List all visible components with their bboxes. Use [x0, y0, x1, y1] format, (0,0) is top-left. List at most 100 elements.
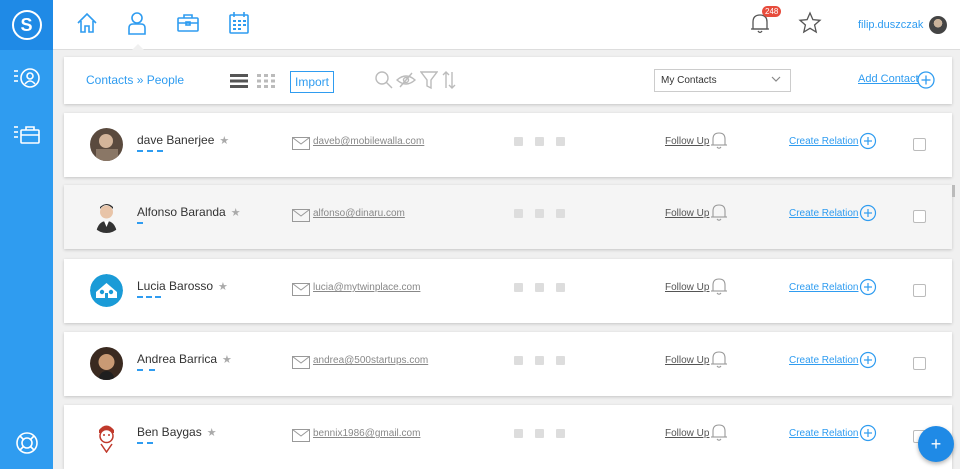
- facebook-icon[interactable]: [514, 356, 523, 365]
- add-contact-plus-icon[interactable]: [916, 70, 936, 95]
- help-icon[interactable]: [10, 428, 44, 458]
- progress-dashes: [137, 369, 155, 371]
- favorites-star-icon[interactable]: [796, 9, 824, 37]
- linkedin-icon[interactable]: [556, 356, 565, 365]
- user-icon[interactable]: [123, 9, 151, 37]
- contact-email[interactable]: alfonso@dinaru.com: [313, 208, 405, 219]
- list-view-icon[interactable]: [230, 74, 248, 93]
- follow-up-link[interactable]: Follow Up: [665, 208, 709, 219]
- contact-row[interactable]: Andrea Barrica ★ andrea@500startups.com F…: [64, 332, 952, 396]
- contact-photo: [90, 420, 123, 453]
- breadcrumb-people[interactable]: People: [147, 73, 184, 87]
- active-tab-caret: [132, 44, 144, 50]
- contact-name-wrap: Ben Baygas ★: [137, 425, 217, 439]
- contact-name[interactable]: Andrea Barrica: [137, 352, 217, 366]
- row-checkbox[interactable]: [913, 138, 926, 151]
- notification-badge: 248: [762, 6, 782, 17]
- contact-name[interactable]: Alfonso Baranda: [137, 205, 226, 219]
- bell-icon[interactable]: [710, 202, 728, 227]
- floating-add-button[interactable]: +: [918, 426, 954, 462]
- contact-email[interactable]: bennix1986@gmail.com: [313, 428, 420, 439]
- facebook-icon[interactable]: [514, 283, 523, 292]
- follow-up-link[interactable]: Follow Up: [665, 355, 709, 366]
- chevron-down-icon: [770, 73, 782, 88]
- username[interactable]: filip.duszczak: [858, 19, 923, 31]
- row-checkbox[interactable]: [913, 284, 926, 297]
- search-icon[interactable]: [374, 70, 394, 95]
- scrollbar-thumb[interactable]: [952, 185, 955, 197]
- follow-up-link[interactable]: Follow Up: [665, 282, 709, 293]
- create-relation-link[interactable]: Create Relation: [789, 428, 858, 439]
- contact-row[interactable]: Lucia Barosso ★ lucia@mytwinplace.com Fol…: [64, 259, 952, 323]
- create-relation-link[interactable]: Create Relation: [789, 282, 858, 293]
- star-icon[interactable]: ★: [219, 135, 229, 147]
- contacts-icon[interactable]: [10, 65, 44, 95]
- add-contact-link[interactable]: Add Contact: [858, 73, 919, 85]
- follow-up-link[interactable]: Follow Up: [665, 428, 709, 439]
- create-relation-link[interactable]: Create Relation: [789, 355, 858, 366]
- left-rail: S: [0, 0, 53, 469]
- calendar-icon[interactable]: [225, 9, 253, 37]
- create-relation-link[interactable]: Create Relation: [789, 136, 858, 147]
- row-checkbox[interactable]: [913, 357, 926, 370]
- twitter-icon[interactable]: [535, 209, 544, 218]
- sort-icon[interactable]: [442, 70, 456, 95]
- progress-dashes: [137, 442, 153, 444]
- linkedin-icon[interactable]: [556, 209, 565, 218]
- contact-row[interactable]: Ben Baygas ★ bennix1986@gmail.com Follow …: [64, 405, 952, 469]
- logo-icon: S: [11, 10, 42, 40]
- deals-icon[interactable]: [10, 120, 44, 150]
- star-icon[interactable]: ★: [222, 354, 232, 366]
- create-relation-plus-icon[interactable]: [859, 204, 877, 227]
- contacts-toolbar: Contacts » People Import My Contacts Add…: [64, 57, 952, 104]
- create-relation-plus-icon[interactable]: [859, 351, 877, 374]
- row-checkbox[interactable]: [913, 210, 926, 223]
- contact-name[interactable]: dave Banerjee: [137, 133, 214, 147]
- contact-row[interactable]: Alfonso Baranda ★ alfonso@dinaru.com Foll…: [64, 185, 952, 249]
- breadcrumb-contacts[interactable]: Contacts: [86, 73, 133, 87]
- progress-dashes: [137, 222, 143, 224]
- twitter-icon[interactable]: [535, 137, 544, 146]
- logo[interactable]: S: [0, 0, 53, 50]
- bell-icon[interactable]: [710, 349, 728, 374]
- create-relation-plus-icon[interactable]: [859, 132, 877, 155]
- twitter-icon[interactable]: [535, 356, 544, 365]
- grid-view-icon[interactable]: [257, 74, 275, 93]
- create-relation-plus-icon[interactable]: [859, 278, 877, 301]
- contact-photo: [90, 347, 123, 380]
- linkedin-icon[interactable]: [556, 283, 565, 292]
- briefcase-icon[interactable]: [174, 9, 202, 37]
- user-avatar[interactable]: [929, 16, 947, 34]
- contact-name-wrap: Alfonso Baranda ★: [137, 205, 241, 219]
- contact-email[interactable]: lucia@mytwinplace.com: [313, 282, 420, 293]
- follow-up-link[interactable]: Follow Up: [665, 136, 709, 147]
- breadcrumb: Contacts » People: [86, 73, 184, 87]
- contact-name[interactable]: Lucia Barosso: [137, 279, 213, 293]
- star-icon[interactable]: ★: [218, 281, 228, 293]
- bell-icon[interactable]: [710, 276, 728, 301]
- import-button[interactable]: Import: [290, 71, 335, 93]
- twitter-icon[interactable]: [535, 283, 544, 292]
- facebook-icon[interactable]: [514, 137, 523, 146]
- filter-icon[interactable]: [419, 70, 439, 95]
- create-relation-plus-icon[interactable]: [859, 424, 877, 447]
- contact-name[interactable]: Ben Baygas: [137, 425, 202, 439]
- contact-email[interactable]: daveb@mobilewalla.com: [313, 136, 424, 147]
- email-icon: [292, 283, 310, 301]
- home-icon[interactable]: [73, 9, 101, 37]
- bell-icon[interactable]: [710, 422, 728, 447]
- contact-email[interactable]: andrea@500startups.com: [313, 355, 428, 366]
- star-icon[interactable]: ★: [231, 207, 241, 219]
- hide-icon[interactable]: [395, 70, 417, 95]
- linkedin-icon[interactable]: [556, 137, 565, 146]
- star-icon[interactable]: ★: [207, 427, 217, 439]
- email-icon: [292, 429, 310, 447]
- linkedin-icon[interactable]: [556, 429, 565, 438]
- contact-row[interactable]: dave Banerjee ★ daveb@mobilewalla.com Fol…: [64, 113, 952, 177]
- facebook-icon[interactable]: [514, 429, 523, 438]
- twitter-icon[interactable]: [535, 429, 544, 438]
- facebook-icon[interactable]: [514, 209, 523, 218]
- contacts-filter-select[interactable]: My Contacts: [654, 69, 791, 92]
- create-relation-link[interactable]: Create Relation: [789, 208, 858, 219]
- bell-icon[interactable]: [710, 130, 728, 155]
